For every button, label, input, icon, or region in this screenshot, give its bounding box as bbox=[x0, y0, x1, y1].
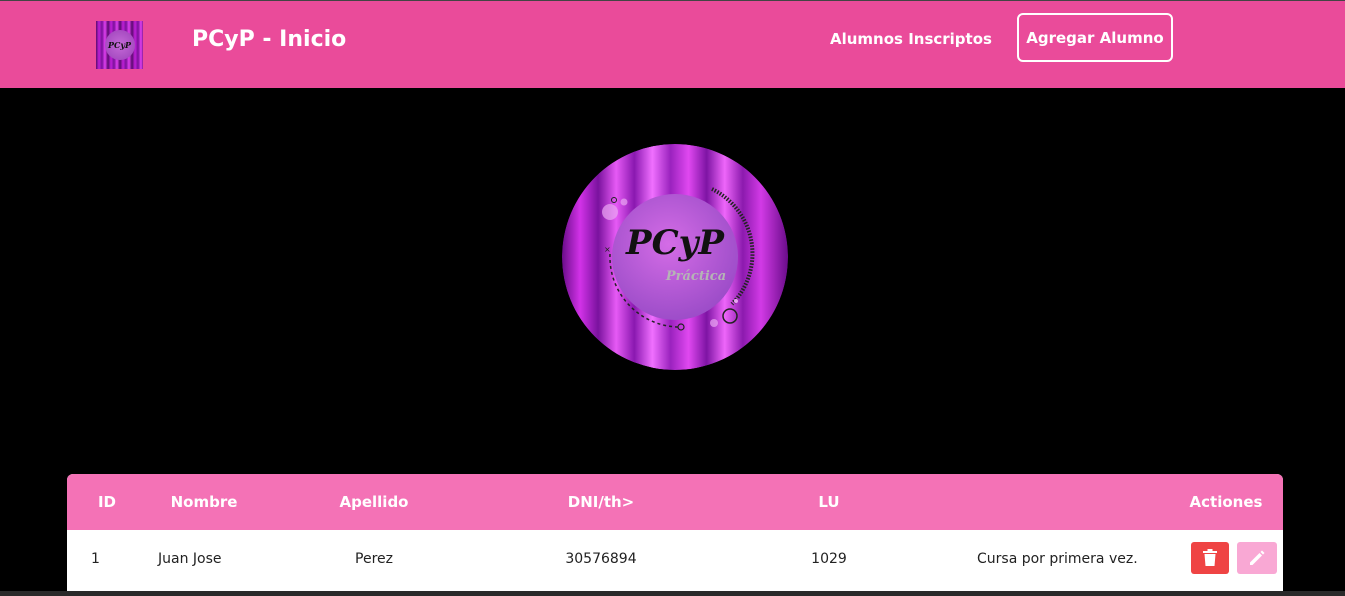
edit-button[interactable] bbox=[1237, 542, 1277, 574]
column-header-dni: DNI/th> bbox=[567, 493, 635, 511]
column-header-nombre: Nombre bbox=[170, 493, 238, 511]
cell-lu: 1029 bbox=[811, 551, 847, 567]
hero-logo-graphic: × PCyP Práctica bbox=[562, 144, 788, 370]
cell-nota: Cursa por primera vez. bbox=[977, 551, 1138, 567]
column-header-actions: Actiones bbox=[1189, 493, 1263, 511]
brand-logo-text: PCyP bbox=[107, 40, 132, 50]
hero-logo: × PCyP Práctica bbox=[562, 144, 788, 370]
column-header-apellido: Apellido bbox=[339, 493, 409, 511]
add-student-button[interactable]: Agregar Alumno bbox=[1017, 13, 1173, 62]
delete-button[interactable] bbox=[1191, 542, 1229, 574]
table-header: ID Nombre Apellido DNI/th> LU Actiones bbox=[67, 474, 1283, 530]
cell-dni: 30576894 bbox=[565, 551, 637, 567]
cell-id: 1 bbox=[91, 551, 100, 567]
hero-logo-subtitle: Práctica bbox=[665, 269, 726, 284]
pencil-icon bbox=[1250, 550, 1265, 565]
navbar: PCyP PCyP - Inicio Alumnos Inscriptos Ag… bbox=[0, 0, 1345, 88]
column-header-id: ID bbox=[97, 493, 117, 511]
column-header-lu: LU bbox=[818, 493, 840, 511]
cell-nombre: Juan Jose bbox=[158, 551, 222, 567]
page-title: PCyP - Inicio bbox=[192, 27, 347, 52]
cell-apellido: Perez bbox=[355, 551, 393, 567]
hero-logo-title: PCyP bbox=[625, 223, 725, 263]
nav-link-alumnos-inscriptos[interactable]: Alumnos Inscriptos bbox=[830, 28, 992, 50]
brand-logo[interactable]: PCyP bbox=[96, 21, 143, 69]
table-row: 1 Juan Jose Perez 30576894 1029 Cursa po… bbox=[67, 530, 1283, 590]
trash-icon bbox=[1203, 549, 1217, 566]
svg-text:×: × bbox=[604, 245, 611, 254]
students-table: ID Nombre Apellido DNI/th> LU Actiones 1… bbox=[67, 474, 1283, 596]
brand-logo-emblem: PCyP bbox=[104, 30, 135, 60]
window-bottom-edge bbox=[0, 591, 1345, 596]
